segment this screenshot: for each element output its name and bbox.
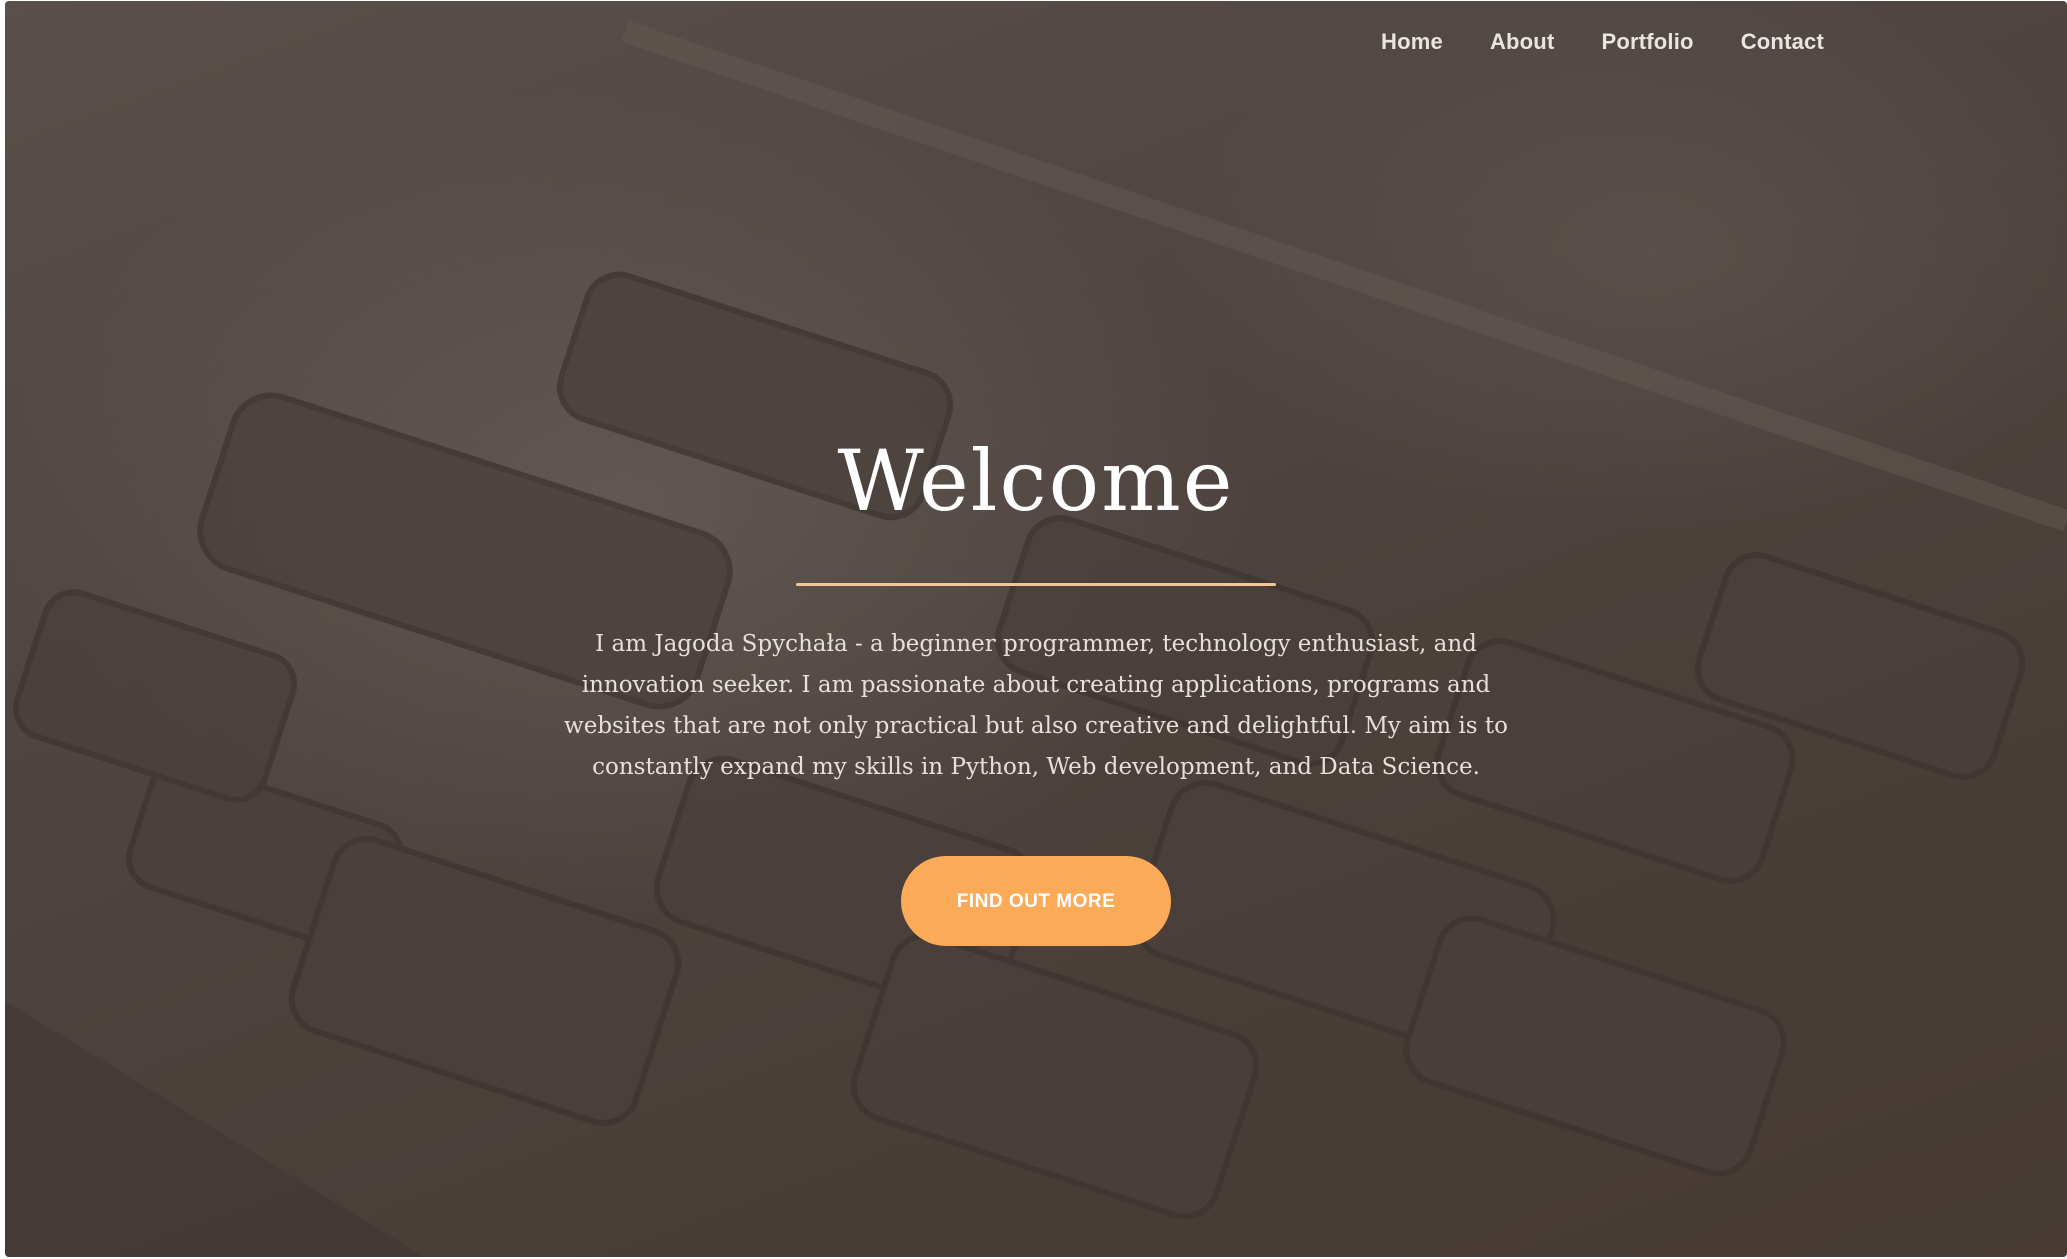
nav-item-portfolio[interactable]: Portfolio: [1601, 29, 1693, 55]
hero-intro-text: I am Jagoda Spychała - a beginner progra…: [564, 631, 1508, 780]
nav-item-about[interactable]: About: [1490, 29, 1555, 55]
hero-title: Welcome: [837, 432, 1235, 530]
nav-item-home[interactable]: Home: [1381, 29, 1443, 55]
top-navigation: Home About Portfolio Contact: [1381, 29, 1824, 55]
nav-item-contact[interactable]: Contact: [1741, 29, 1824, 55]
hero-content: Welcome I am Jagoda Spychała - a beginne…: [5, 421, 2067, 946]
find-out-more-button[interactable]: FIND OUT MORE: [901, 856, 1171, 946]
page-frame: Home About Portfolio Contact Welcome I a…: [5, 1, 2067, 1257]
title-divider: [796, 583, 1276, 586]
